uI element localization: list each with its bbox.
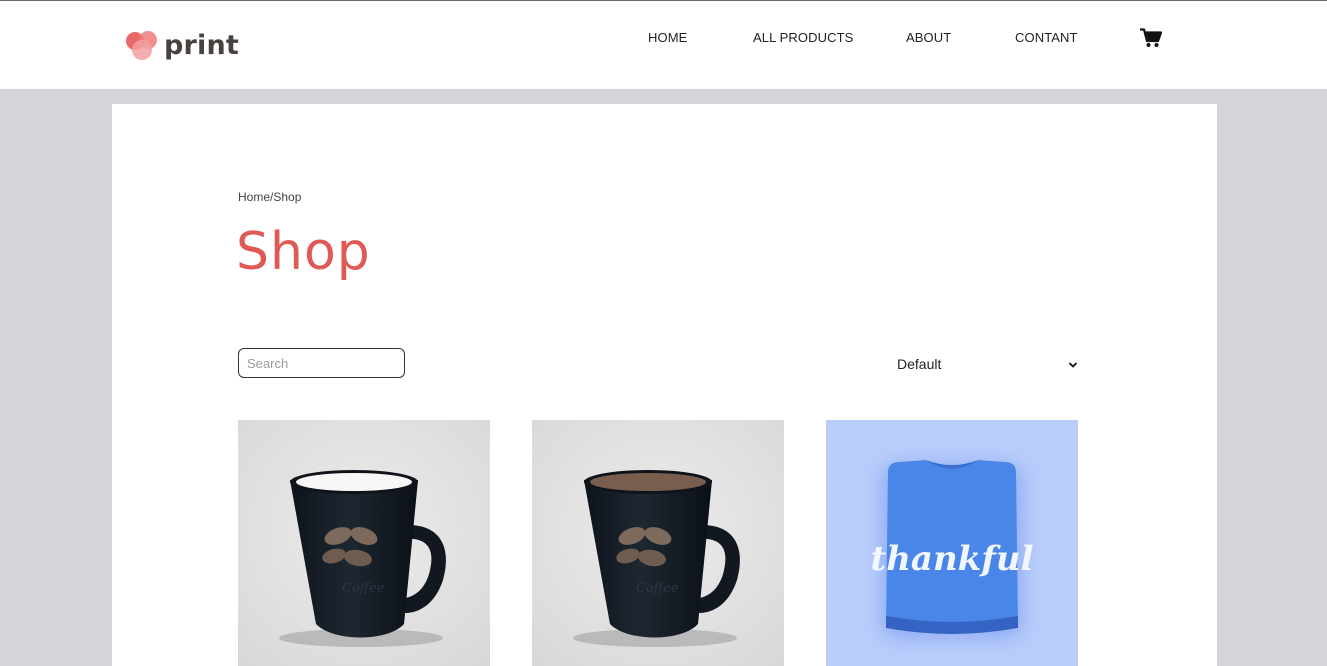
page-title: Shop <box>236 222 371 282</box>
site-header: print HOME ALL PRODUCTS ABOUT CONTANT <box>0 1 1327 89</box>
breadcrumb: Home/Shop <box>238 190 301 204</box>
product-print-text: Coffee <box>342 581 385 596</box>
product-image-mug-brown: Coffee <box>532 420 784 666</box>
product-card[interactable]: Coffee <box>532 420 784 666</box>
product-card[interactable]: Coffee <box>238 420 490 666</box>
product-print-text: thankful <box>871 539 1034 579</box>
product-card[interactable]: thankful <box>826 420 1078 666</box>
logo-text: print <box>164 29 240 61</box>
shop-content: Home/Shop Shop Default <box>112 104 1217 666</box>
nav-home[interactable]: HOME <box>648 30 687 45</box>
nav-all-products[interactable]: ALL PRODUCTS <box>753 30 853 45</box>
logo[interactable]: print <box>124 28 239 64</box>
product-image-mug-white: Coffee <box>238 420 490 666</box>
shopping-cart-icon[interactable] <box>1140 28 1163 48</box>
logo-icon <box>126 31 157 60</box>
breadcrumb-current: Shop <box>273 190 302 204</box>
product-image-tshirt: thankful <box>826 420 1078 666</box>
chevron-down-icon <box>1068 357 1078 373</box>
sort-select[interactable]: Default <box>892 354 1078 374</box>
nav-about[interactable]: ABOUT <box>906 30 951 45</box>
search-input[interactable] <box>238 348 405 378</box>
nav-contant[interactable]: CONTANT <box>1015 30 1078 45</box>
breadcrumb-home[interactable]: Home <box>238 190 270 204</box>
sort-selected-value: Default <box>897 356 942 372</box>
product-print-text: Coffee <box>636 581 679 596</box>
